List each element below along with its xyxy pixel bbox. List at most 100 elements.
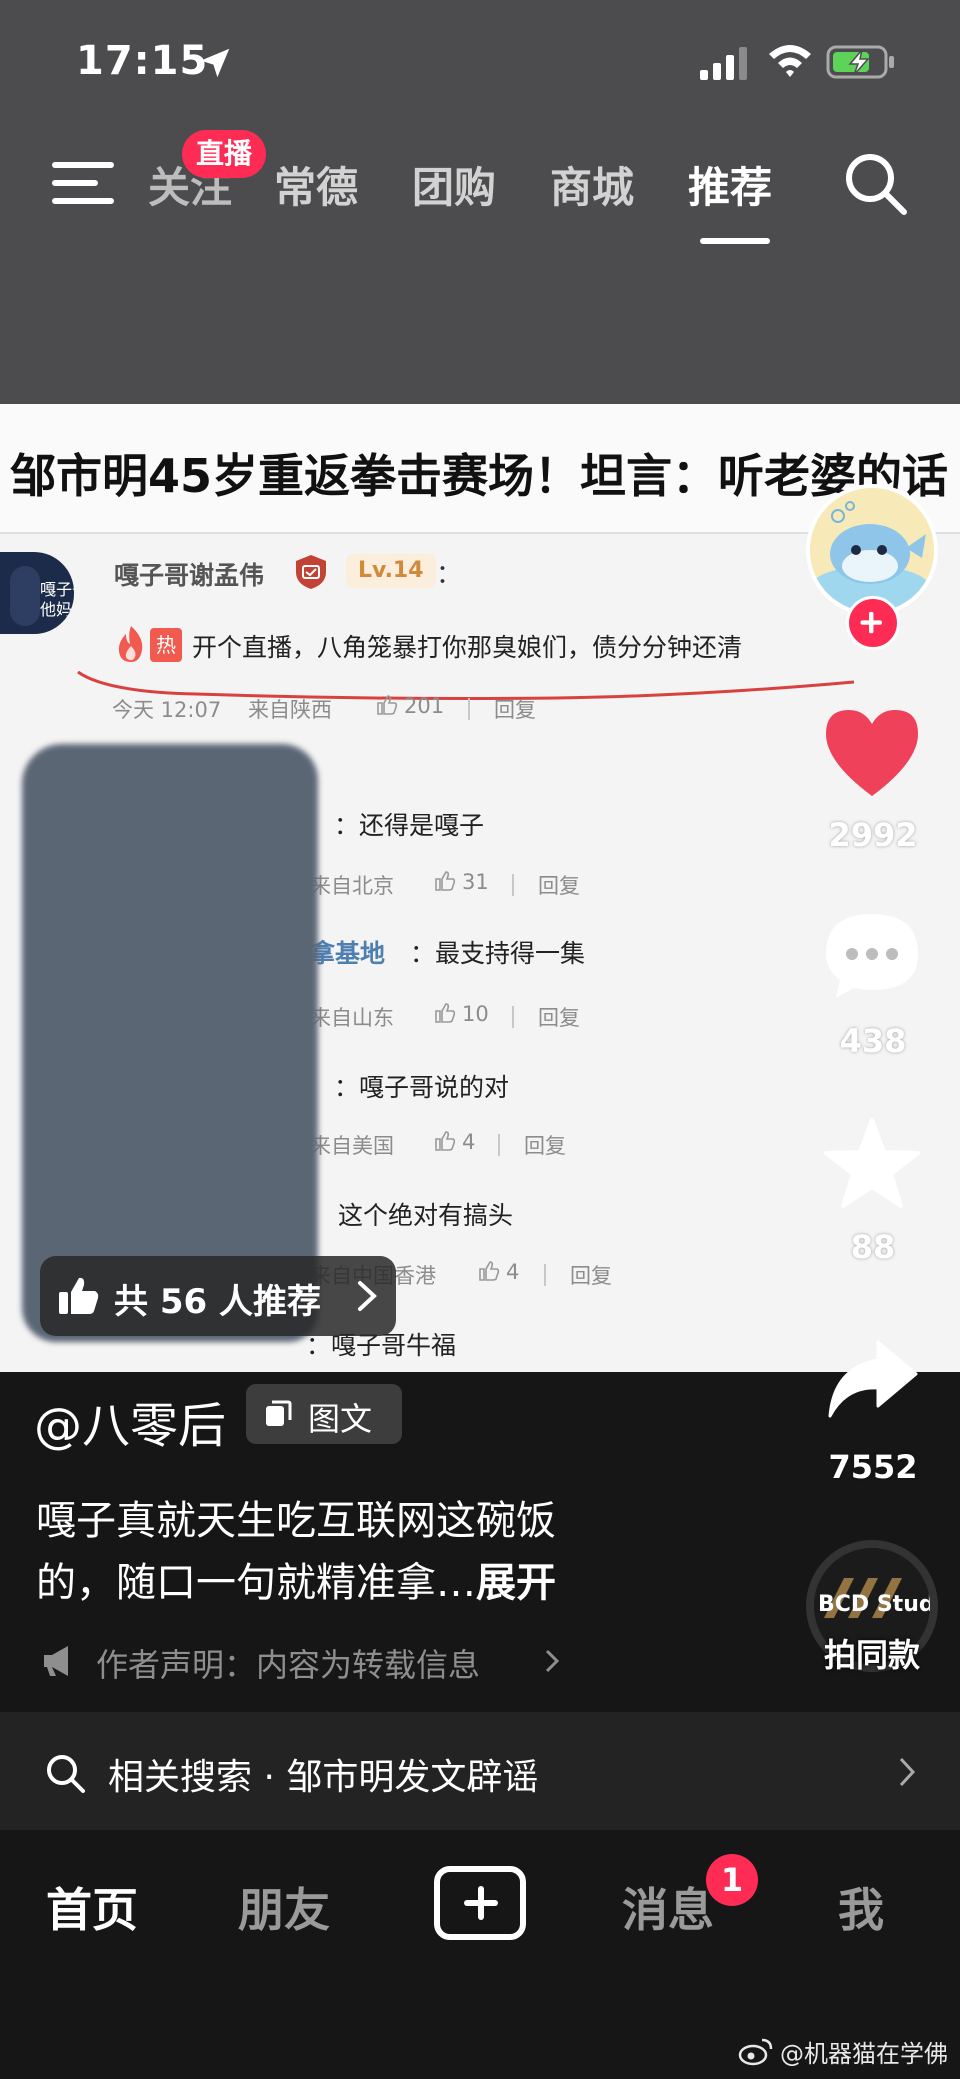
share-arrow-icon[interactable] — [826, 1338, 920, 1420]
image-text-icon — [266, 1400, 292, 1426]
thumb-up-icon — [479, 1261, 500, 1281]
tab-recommend[interactable]: 推荐 — [688, 154, 772, 215]
nav-friends[interactable]: 朋友 — [238, 1874, 330, 1940]
tab-group-buy[interactable]: 团购 — [412, 154, 496, 215]
megaphone-icon — [44, 1646, 68, 1676]
reply-likes-count-1: 31 — [462, 870, 489, 894]
follow-plus-icon[interactable] — [846, 596, 900, 650]
reply-text-1: ：还得是嘎子 — [334, 811, 485, 840]
reply-likes-count-3: 4 — [462, 1130, 476, 1154]
comment-likes[interactable]: 201 — [376, 694, 444, 718]
description-line-2: 的，随口一句就精准拿…展开 — [36, 1550, 556, 1608]
reply-likes-2[interactable]: 10 — [434, 1002, 489, 1026]
battery-charging-icon — [826, 45, 894, 79]
reply-button-2[interactable]: 回复 — [538, 1002, 580, 1032]
image-text-label: 图文 — [308, 1400, 373, 1438]
tab-changde[interactable]: 常德 — [274, 154, 358, 215]
nav-me[interactable]: 我 — [838, 1874, 884, 1940]
video-headline: 邹市明45岁重返拳击赛场！坦言：听老婆的话 — [10, 449, 949, 503]
reply-likes-3[interactable]: 4 — [434, 1130, 475, 1154]
plus-icon — [464, 1886, 498, 1920]
favorite-count: 88 — [850, 1228, 896, 1266]
level-badge: Lv.14 — [346, 554, 436, 588]
active-tab-underline — [700, 238, 770, 244]
top-area: 17:15 关注 直播 常德 团购 商城 推荐 — [0, 0, 960, 404]
reply-name-2: 拿基地 — [310, 939, 386, 968]
search-icon[interactable] — [842, 150, 910, 218]
menu-icon[interactable] — [52, 158, 114, 208]
reply-location-2: 来自山东 — [310, 1006, 394, 1030]
same-style-label[interactable]: 拍同款 — [800, 1630, 944, 1676]
commenter-name: 嘎子哥谢孟伟 — [114, 561, 265, 590]
chevron-right-icon — [899, 1757, 916, 1787]
comment-count: 438 — [839, 1022, 907, 1060]
live-badge[interactable]: 直播 — [182, 130, 267, 178]
star-favorite-icon[interactable] — [822, 1116, 922, 1210]
cellular-signal-icon — [700, 47, 747, 80]
verified-badge-icon — [296, 555, 326, 589]
recommend-count: 共 56 人推荐 — [114, 1282, 321, 1322]
thumb-up-icon — [435, 1131, 456, 1151]
fire-icon — [118, 626, 143, 662]
thumb-up-icon — [435, 1003, 456, 1023]
chevron-right-icon — [358, 1281, 377, 1311]
author-declaration[interactable]: 作者声明：内容为转载信息 — [96, 1640, 480, 1686]
reply-button-1[interactable]: 回复 — [538, 870, 580, 900]
reply-likes-count-2: 10 — [462, 1002, 489, 1026]
thumb-up-icon — [435, 871, 456, 891]
location-arrow-icon — [200, 48, 230, 78]
author-name[interactable]: @八零后 — [34, 1386, 226, 1456]
meta-divider — [468, 698, 470, 720]
music-label: BCD Studio — [818, 1592, 935, 1617]
image-text-badge: 图文 — [246, 1384, 402, 1444]
heart-like-icon[interactable] — [822, 706, 922, 798]
thumb-up-icon — [377, 695, 398, 715]
reply-likes-4[interactable]: 4 — [478, 1260, 519, 1284]
comment-bubble-icon[interactable] — [822, 910, 922, 1002]
reply-location-3: 来自美国 — [310, 1134, 394, 1158]
top-comment-text: 开个直播，八角笼暴打你那臭娘们，债分分钟还清 — [192, 633, 743, 662]
weibo-icon — [738, 2038, 773, 2066]
thumb-up-icon — [59, 1277, 99, 1314]
reply-likes-1[interactable]: 31 — [434, 870, 489, 894]
meta-divider — [512, 874, 514, 896]
related-search-bar[interactable]: 相关搜索 · 邹市明发文辟谣 — [0, 1712, 960, 1830]
wifi-icon — [769, 45, 811, 77]
watermark: @机器猫在学佛 — [780, 2040, 948, 2068]
like-count: 2992 — [828, 816, 918, 854]
blurred-redaction — [22, 744, 318, 1342]
comment-location: 来自陕西 — [248, 698, 332, 722]
comment-time: 今天 12:07 — [112, 698, 222, 722]
share-count: 7552 — [828, 1448, 918, 1486]
nav-home[interactable]: 首页 — [46, 1874, 138, 1940]
expand-button[interactable]: 展开 — [476, 1560, 556, 1606]
reply-text-2: ：最支持得一集 — [410, 939, 586, 968]
search-icon — [47, 1755, 85, 1793]
comment-likes-count: 201 — [404, 694, 445, 718]
whale-avatar-icon — [810, 488, 934, 612]
description-line-2-text: 的，随口一句就精准拿… — [36, 1560, 476, 1606]
reply-likes-count-4: 4 — [506, 1260, 520, 1284]
reply-location-1: 来自北京 — [310, 874, 394, 898]
reply-text-3: ：嘎子哥说的对 — [334, 1073, 510, 1102]
tab-mall[interactable]: 商城 — [550, 154, 634, 215]
reply-button-4[interactable]: 回复 — [570, 1260, 612, 1290]
hot-tag: 热 — [150, 628, 182, 662]
top-nav: 关注 直播 常德 团购 商城 推荐 — [0, 130, 960, 250]
comment-colon: ： — [436, 560, 463, 590]
meta-divider — [544, 1264, 546, 1286]
reply-text-4: 这个绝对有搞头 — [338, 1201, 514, 1230]
comment-reply[interactable]: 回复 — [494, 694, 536, 724]
related-search-text: 相关搜索 · 邹市明发文辟谣 — [108, 1757, 539, 1798]
description-line-1: 嘎子真就天生吃互联网这碗饭 — [36, 1498, 556, 1544]
nav-messages[interactable]: 消息 — [622, 1874, 714, 1940]
create-button[interactable] — [434, 1866, 526, 1940]
recommend-pill[interactable]: 共 56 人推荐 — [40, 1256, 396, 1336]
commenter-avatar: 嘎子哥 他妈 — [0, 552, 74, 634]
meta-divider — [498, 1134, 500, 1156]
status-bar: 17:15 — [0, 0, 960, 120]
messages-badge: 1 — [706, 1854, 758, 1906]
status-time: 17:15 — [76, 38, 209, 84]
meta-divider — [512, 1006, 514, 1028]
reply-button-3[interactable]: 回复 — [524, 1130, 566, 1160]
